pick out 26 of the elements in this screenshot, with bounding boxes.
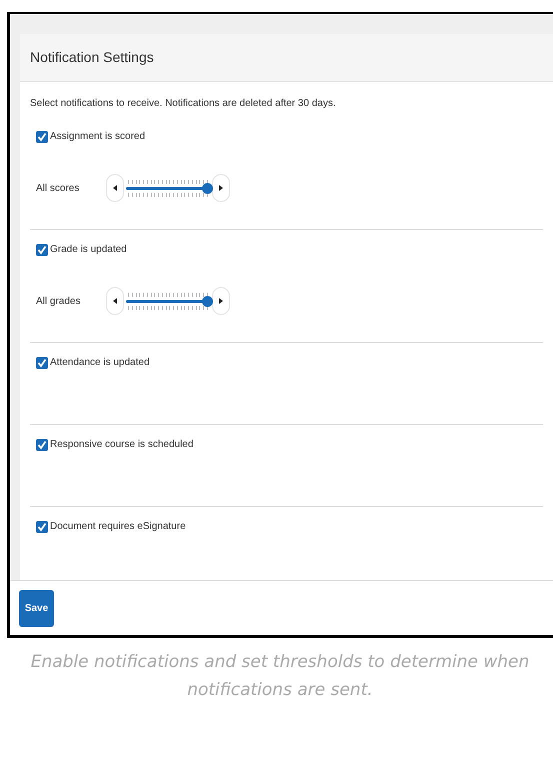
checkbox[interactable] xyxy=(36,130,48,142)
intro-text: Select notifications to receive. Notifications are deleted after 30 days. xyxy=(30,97,337,111)
caption-text: Enable notifications and set thresholds to determine when notifications are sent. xyxy=(30,651,530,702)
option-label: Assignment is scored xyxy=(50,130,146,144)
right-triangle-icon xyxy=(219,298,223,304)
option-label: Grade is updated xyxy=(50,243,127,257)
decrease-button[interactable] xyxy=(106,287,124,315)
slider-thumb[interactable] xyxy=(202,182,213,194)
left-triangle-icon xyxy=(113,298,117,304)
option-label: Document requires eSignature xyxy=(50,520,186,534)
checkbox[interactable] xyxy=(36,244,48,256)
threshold-label: All scores xyxy=(36,182,80,196)
increase-button[interactable] xyxy=(212,287,230,315)
option-label: Responsive course is scheduled xyxy=(50,438,194,452)
increase-button[interactable] xyxy=(212,174,230,202)
checkbox[interactable] xyxy=(36,520,48,532)
decrease-button[interactable] xyxy=(106,174,124,202)
panel-title: Notification Settings xyxy=(30,48,154,67)
slider-thumb[interactable] xyxy=(202,296,213,306)
option-label: Attendance is updated xyxy=(50,356,150,370)
checkbox[interactable] xyxy=(36,356,48,368)
save-button[interactable]: Save xyxy=(19,590,54,626)
left-triangle-icon xyxy=(113,185,117,191)
threshold-label: All grades xyxy=(36,294,82,308)
checkbox[interactable] xyxy=(36,438,48,450)
right-triangle-icon xyxy=(219,185,223,191)
